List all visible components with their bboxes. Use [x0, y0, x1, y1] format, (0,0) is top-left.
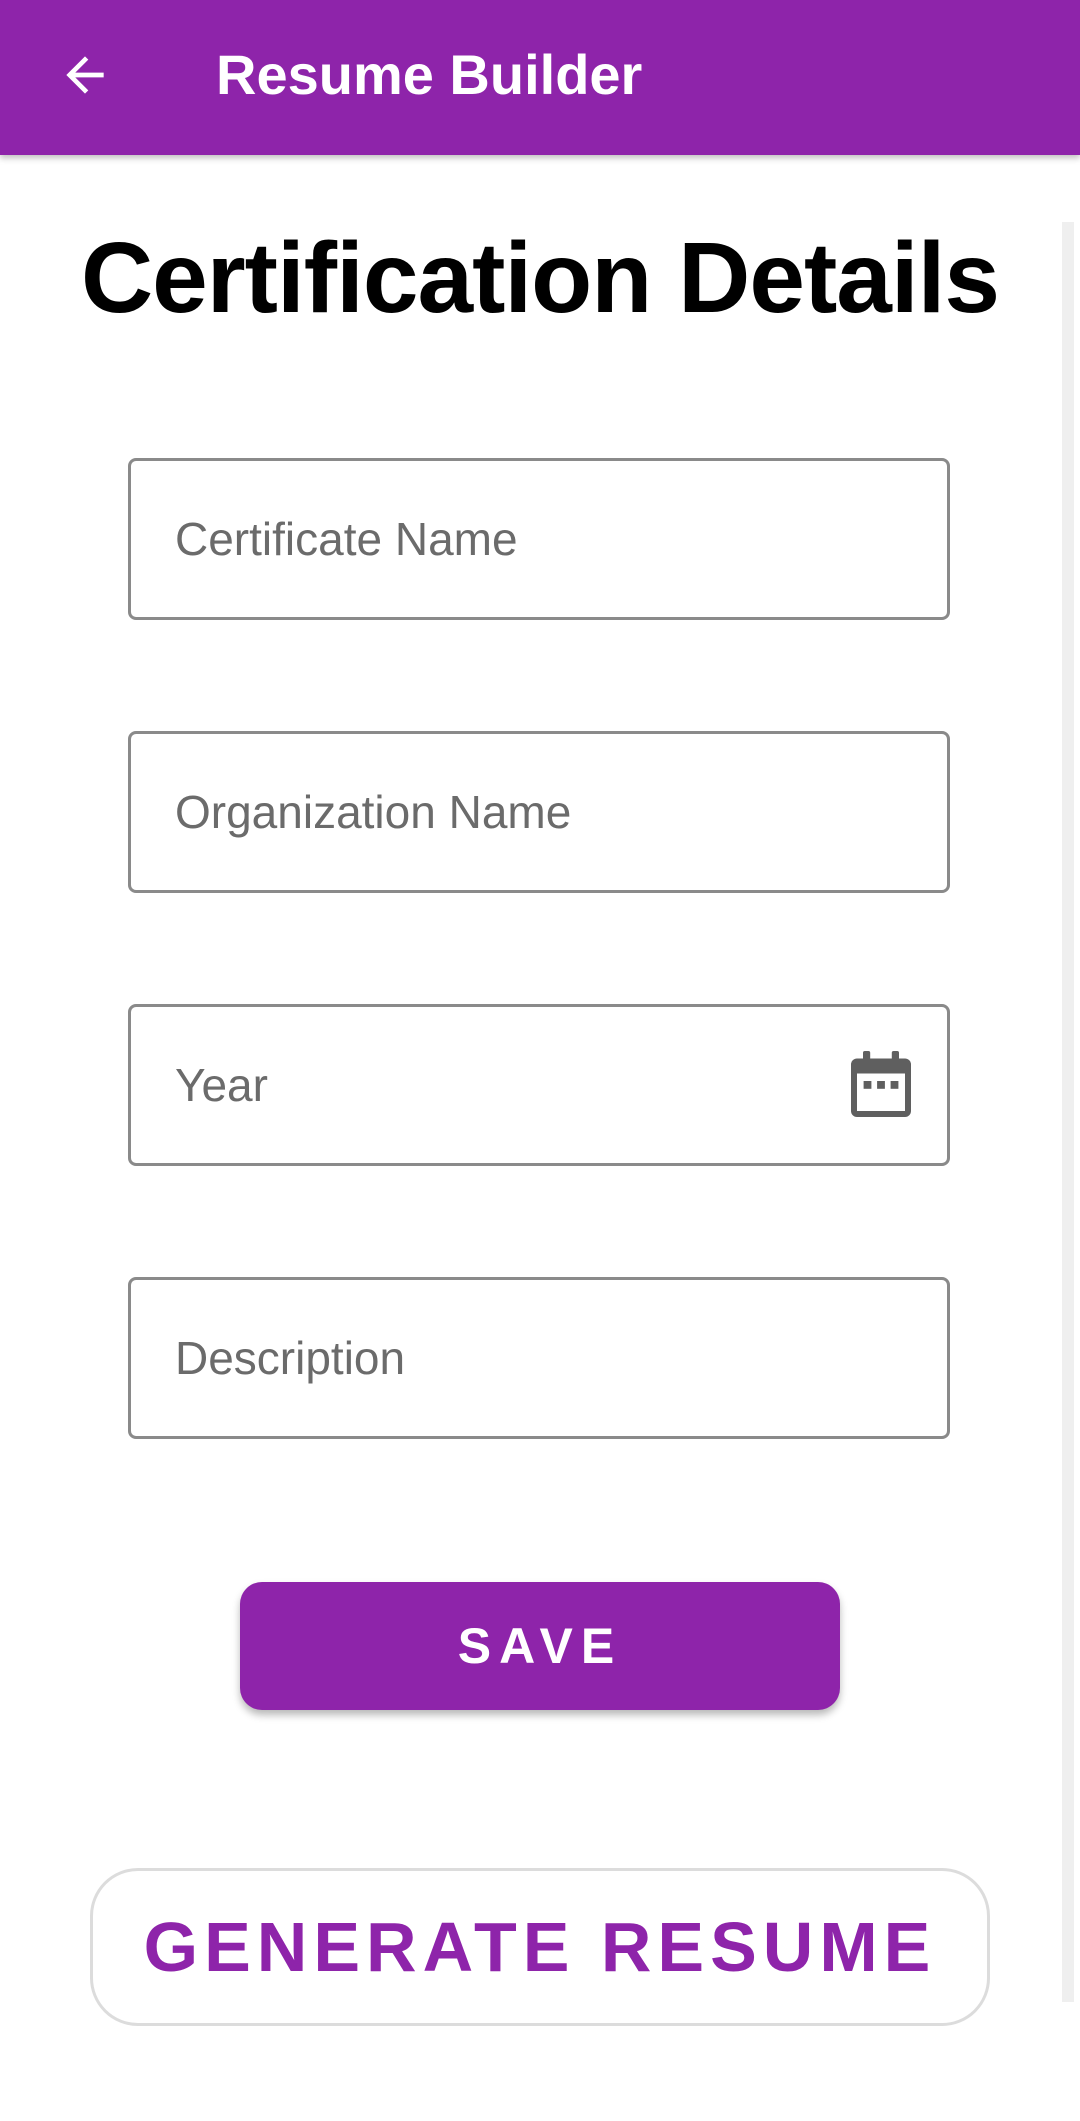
- year-field[interactable]: [128, 1004, 950, 1166]
- description-input[interactable]: [175, 1280, 875, 1436]
- organization-name-input[interactable]: [175, 734, 875, 890]
- certificate-name-field[interactable]: [128, 458, 950, 620]
- app-title: Resume Builder: [216, 43, 643, 106]
- organization-name-field[interactable]: [128, 731, 950, 893]
- arrow-left-icon: [66, 56, 104, 94]
- generate-resume-button[interactable]: GENERATE RESUME: [90, 1868, 990, 2026]
- app-bar: Resume Builder: [0, 0, 1080, 155]
- certificate-name-input[interactable]: [175, 461, 875, 617]
- description-field[interactable]: [128, 1277, 950, 1439]
- back-button[interactable]: [40, 30, 130, 120]
- calendar-icon[interactable]: [851, 1051, 911, 1117]
- page-title: Certification Details: [80, 222, 1000, 334]
- save-button[interactable]: SAVE: [240, 1582, 840, 1710]
- year-input[interactable]: [175, 1007, 875, 1163]
- scrollbar[interactable]: [1062, 222, 1074, 2002]
